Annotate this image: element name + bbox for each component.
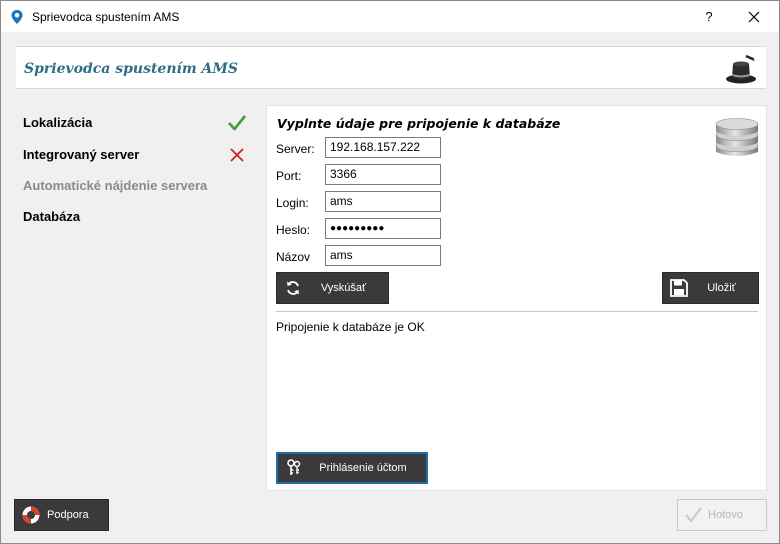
- wizard-window: Sprievodca spustením AMS ? Sprievodca sp…: [0, 0, 780, 544]
- save-button-label: Uložiť: [707, 282, 736, 294]
- login-label: Login:: [276, 196, 309, 210]
- wizard-header: Sprievodca spustením AMS: [16, 46, 766, 89]
- step-integrated-server: Integrovaný server: [23, 147, 253, 167]
- database-icon: [715, 118, 759, 156]
- test-button-label: Vyskúšať: [320, 282, 367, 294]
- wizard-title: Sprievodca spustením AMS: [24, 61, 238, 77]
- step-label: Lokalizácia: [23, 115, 93, 130]
- connection-status: Pripojenie k databáze je OK: [276, 320, 425, 334]
- done-button[interactable]: Hotovo: [677, 499, 767, 531]
- port-label: Port:: [276, 169, 302, 183]
- step-database: Databáza: [23, 209, 253, 229]
- keys-icon: [278, 453, 310, 483]
- account-login-button[interactable]: Prihlásenie účtom: [276, 452, 428, 484]
- name-label: Názov: [276, 250, 311, 264]
- step-label: Databáza: [23, 209, 81, 224]
- refresh-icon: [277, 273, 309, 303]
- cross-icon: [230, 148, 244, 162]
- help-button[interactable]: ?: [696, 5, 722, 29]
- step-label: Automatické nájdenie servera: [23, 178, 208, 193]
- title-bar: Sprievodca spustením AMS ?: [1, 1, 779, 32]
- step-auto-find-server: Automatické nájdenie servera: [23, 178, 253, 198]
- database-panel: Vyplnte údaje pre pripojenie k databáze …: [266, 105, 767, 491]
- magic-hat-icon: [726, 54, 757, 84]
- close-icon[interactable]: [741, 5, 767, 29]
- login-input[interactable]: ams: [325, 191, 441, 212]
- support-button-label: Podpora: [47, 509, 89, 521]
- password-label: Heslo:: [276, 223, 311, 237]
- check-icon: [678, 500, 708, 530]
- check-icon: [228, 115, 247, 131]
- step-localization: Lokalizácia: [23, 115, 253, 135]
- password-input[interactable]: ●●●●●●●●●: [325, 218, 441, 239]
- window-title: Sprievodca spustením AMS: [32, 10, 180, 24]
- server-input[interactable]: 192.168.157.222: [325, 137, 441, 158]
- account-login-label: Prihlásenie účtom: [319, 462, 407, 474]
- server-label: Server:: [276, 142, 315, 156]
- port-input[interactable]: 3366: [325, 164, 441, 185]
- floppy-disk-icon: [663, 273, 695, 303]
- location-pin-icon: [11, 10, 23, 24]
- save-button[interactable]: Uložiť: [662, 272, 759, 304]
- step-label: Integrovaný server: [23, 147, 140, 162]
- test-button[interactable]: Vyskúšať: [276, 272, 389, 304]
- support-button[interactable]: Podpora: [14, 499, 109, 531]
- divider: [276, 311, 758, 312]
- lifebuoy-icon: [15, 500, 47, 530]
- done-button-label: Hotovo: [708, 509, 743, 521]
- name-input[interactable]: ams: [325, 245, 441, 266]
- panel-title: Vyplnte údaje pre pripojenie k databáze: [277, 116, 561, 131]
